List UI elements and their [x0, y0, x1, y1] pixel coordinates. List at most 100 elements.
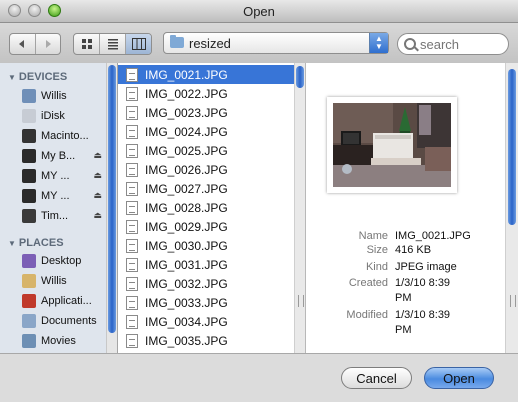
back-button[interactable] [10, 34, 36, 54]
kind-value: JPEG image [395, 261, 457, 273]
sidebar-item[interactable]: iDisk [22, 107, 106, 125]
forward-button[interactable] [36, 34, 61, 54]
file-name: IMG_0027.JPG [145, 181, 228, 196]
sidebar-item[interactable]: MY ... ⏏ [22, 187, 106, 205]
file-row[interactable]: IMG_0026.JPG [118, 160, 294, 179]
external-drive-icon [22, 189, 36, 203]
image-file-icon [126, 333, 138, 348]
open-button[interactable]: Open [424, 367, 494, 389]
sidebar-scrollbar[interactable] [106, 63, 117, 353]
sidebar-item-label: MY ... [41, 190, 70, 202]
size-label: Size [366, 244, 388, 256]
sidebar-item-label: Documents [41, 315, 97, 327]
sidebar-item[interactable]: MY ... ⏏ [22, 167, 106, 185]
image-file-icon [126, 238, 138, 253]
file-row[interactable]: IMG_0032.JPG [118, 274, 294, 293]
file-name: IMG_0023.JPG [145, 105, 228, 120]
file-row[interactable]: IMG_0028.JPG [118, 198, 294, 217]
file-row[interactable]: IMG_0025.JPG [118, 141, 294, 160]
location-label: resized [189, 36, 231, 51]
image-file-icon [126, 276, 138, 291]
devices-header[interactable]: ▼ DEVICES [8, 71, 67, 83]
sidebar-item[interactable]: Applicati... [22, 292, 106, 310]
file-name: IMG_0025.JPG [145, 143, 228, 158]
list-view-button[interactable] [100, 34, 126, 54]
external-drive-icon [22, 169, 36, 183]
file-name: IMG_0031.JPG [145, 257, 228, 272]
file-column-scrollbar-thumb[interactable] [296, 66, 304, 88]
eject-icon[interactable]: ⏏ [93, 170, 102, 181]
sidebar-item[interactable]: Willis [22, 272, 106, 290]
column-resize-handle-icon[interactable] [298, 295, 304, 307]
file-column-scrollbar[interactable] [294, 63, 305, 353]
file-name: IMG_0033.JPG [145, 295, 228, 310]
documents-icon [22, 314, 36, 328]
file-row[interactable]: IMG_0034.JPG [118, 312, 294, 331]
disclosure-triangle-icon: ▼ [8, 239, 16, 248]
open-dialog: Open resized ▲ ▼ search ▼ DEVICES Willis… [0, 0, 518, 402]
sidebar-item[interactable]: My B... ⏏ [22, 147, 106, 165]
file-row[interactable]: IMG_0030.JPG [118, 236, 294, 255]
sidebar-item[interactable]: Documents [22, 312, 106, 330]
places-header[interactable]: ▼ PLACES [8, 237, 64, 249]
sidebar-scrollbar-thumb[interactable] [108, 65, 116, 333]
window-title: Open [243, 4, 275, 19]
modified-value-time: PM [395, 324, 412, 336]
eject-icon[interactable]: ⏏ [93, 210, 102, 221]
file-row[interactable]: IMG_0029.JPG [118, 217, 294, 236]
computer-icon [22, 89, 36, 103]
folder-icon [170, 35, 184, 48]
location-popup[interactable]: resized ▲ ▼ [163, 32, 389, 54]
search-input[interactable] [420, 35, 504, 53]
sidebar-item-label: Movies [41, 335, 76, 347]
icon-view-button[interactable] [74, 34, 100, 54]
preview-column-scrollbar-thumb[interactable] [508, 69, 516, 225]
image-file-icon [126, 86, 138, 101]
modified-label: Modified [346, 309, 388, 321]
idisk-icon [22, 109, 36, 123]
view-mode-control [73, 33, 152, 55]
column-resize-handle-icon[interactable] [510, 295, 516, 307]
eject-icon[interactable]: ⏏ [93, 150, 102, 161]
sidebar-item[interactable]: Macinto... [22, 127, 106, 145]
image-file-icon [126, 181, 138, 196]
sidebar-item-label: Macinto... [41, 130, 89, 142]
button-bar: Cancel Open [0, 353, 518, 402]
file-row[interactable]: IMG_0021.JPG [118, 65, 294, 84]
image-preview [327, 97, 457, 193]
file-row[interactable]: IMG_0033.JPG [118, 293, 294, 312]
eject-icon[interactable]: ⏏ [93, 190, 102, 201]
file-row[interactable]: IMG_0035.JPG [118, 331, 294, 350]
file-row[interactable]: IMG_0022.JPG [118, 84, 294, 103]
sidebar-item-label: Applicati... [41, 295, 92, 307]
sidebar-item[interactable]: Desktop [22, 252, 106, 270]
file-row[interactable]: IMG_0031.JPG [118, 255, 294, 274]
file-row[interactable]: IMG_0024.JPG [118, 122, 294, 141]
movies-icon [22, 334, 36, 348]
file-row[interactable]: IMG_0027.JPG [118, 179, 294, 198]
sidebar-item-label: MY ... [41, 170, 70, 182]
image-file-icon [126, 314, 138, 329]
home-icon [22, 274, 36, 288]
popup-arrows-icon: ▲ ▼ [369, 33, 388, 53]
modified-value: 1/3/10 8:39 [395, 309, 451, 321]
search-field [397, 33, 509, 55]
sidebar-item[interactable]: Tim... ⏏ [22, 207, 106, 225]
cancel-button[interactable]: Cancel [341, 367, 412, 389]
sidebar-item[interactable]: Movies [22, 332, 106, 350]
sidebar: ▼ DEVICES Willis iDisk Macinto... My B... ⏏ MY… [0, 63, 118, 353]
image-file-icon [126, 200, 138, 215]
column-view-button[interactable] [126, 34, 151, 54]
created-value-time: PM [395, 292, 412, 304]
created-value: 1/3/10 8:39 [395, 277, 451, 289]
search-icon [404, 38, 416, 50]
file-name: IMG_0030.JPG [145, 238, 228, 253]
sidebar-item-label: Desktop [41, 255, 82, 267]
file-row[interactable]: IMG_0023.JPG [118, 103, 294, 122]
preview-column-scrollbar[interactable] [505, 63, 518, 353]
sidebar-item[interactable]: Willis [22, 87, 106, 105]
name-label: Name [358, 230, 388, 242]
image-file-icon [126, 105, 138, 120]
photo-thumbnail [333, 103, 451, 187]
image-file-icon [126, 257, 138, 272]
